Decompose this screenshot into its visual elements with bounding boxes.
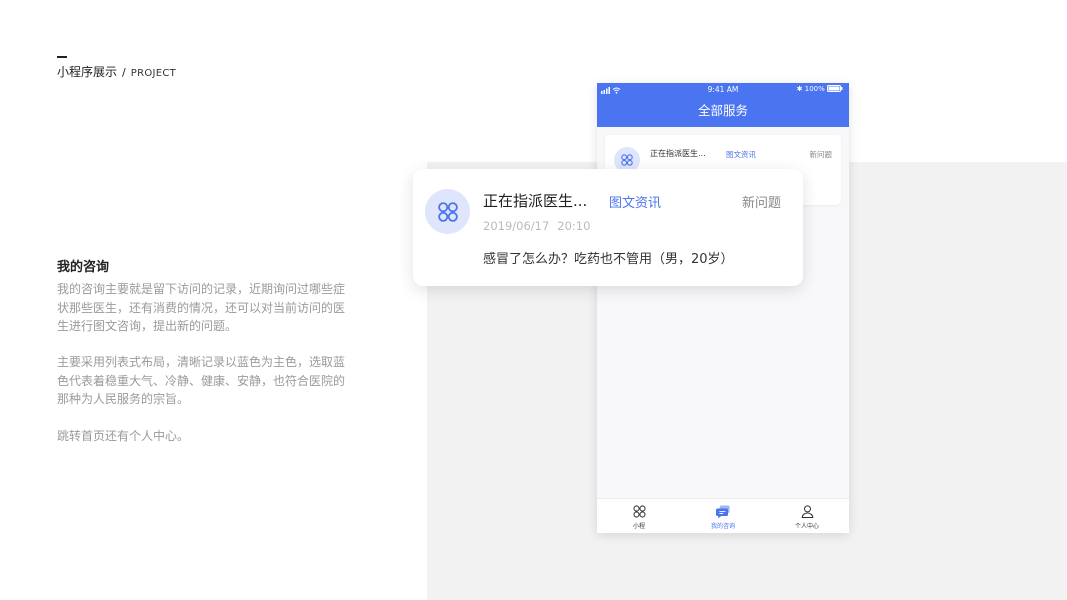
consultation-message: 感冒了怎么办？吃药也不管用（男，20岁） bbox=[483, 252, 734, 267]
tab-profile[interactable]: 个人中心 bbox=[765, 499, 849, 533]
consultation-datetime: 2019/06/17 20:10 bbox=[483, 219, 590, 233]
section-title: 我的咨询 bbox=[57, 260, 110, 275]
battery-icon bbox=[827, 85, 843, 92]
doctor-avatar bbox=[425, 189, 470, 234]
status-bar: 9:41 AM ✱ 100% bbox=[597, 83, 849, 97]
service-tag: 图文资讯 bbox=[609, 196, 662, 211]
new-question-link[interactable]: 新问题 bbox=[742, 192, 781, 211]
description-paragraph-1: 我的咨询主要就是留下访问的记录，近期询问过哪些症状那些医生，还有消费的情况，还可… bbox=[57, 282, 346, 333]
phone-mockup: 9:41 AM ✱ 100% 全部服务 正在指派医生... 图文资讯 新问题 小… bbox=[597, 83, 849, 533]
nav-title: 全部服务 bbox=[597, 97, 849, 127]
new-question-link[interactable]: 新问题 bbox=[810, 149, 833, 160]
tab-my-consultation[interactable]: 我的咨询 bbox=[681, 499, 765, 533]
tab-label: 个人中心 bbox=[794, 523, 819, 530]
chat-icon bbox=[715, 505, 729, 519]
tab-bar: 小程 我的咨询 个人中心 bbox=[597, 498, 849, 533]
header-title-cn: 小程序展示 bbox=[57, 65, 118, 79]
tab-label: 小程 bbox=[632, 523, 645, 530]
description-paragraph-3: 跳转首页还有个人中心。 bbox=[57, 429, 190, 443]
header-dash bbox=[57, 56, 67, 58]
person-icon bbox=[801, 505, 813, 519]
bluetooth-icon: ✱ bbox=[796, 85, 803, 93]
consultation-time: 20:10 bbox=[557, 219, 591, 233]
tab-home[interactable]: 小程 bbox=[597, 499, 681, 533]
clover-icon bbox=[632, 505, 646, 518]
consultation-card-detail[interactable]: 正在指派医生... 图文资讯 新问题 2019/06/17 20:10 感冒了怎么… bbox=[413, 169, 803, 286]
page-header: 小程序展示 / PROJECT bbox=[57, 64, 176, 82]
description-paragraph-2: 主要采用列表式布局，清晰记录以蓝色为主色，选取蓝色代表着稳重大气、冷静、健康、安… bbox=[57, 355, 346, 406]
tab-label: 我的咨询 bbox=[710, 523, 735, 530]
battery-indicator: ✱ 100% bbox=[797, 85, 843, 93]
clover-icon bbox=[437, 201, 458, 222]
header-separator: / bbox=[122, 66, 126, 79]
header-title-en: PROJECT bbox=[130, 68, 177, 79]
card-service-tag: 图文资讯 bbox=[726, 150, 756, 159]
clover-icon bbox=[621, 154, 633, 166]
battery-percent: 100% bbox=[804, 85, 825, 93]
doctor-name: 正在指派医生... bbox=[483, 192, 588, 210]
card-doctor-name: 正在指派医生... bbox=[650, 149, 706, 158]
consultation-date: 2019/06/17 bbox=[483, 219, 550, 233]
